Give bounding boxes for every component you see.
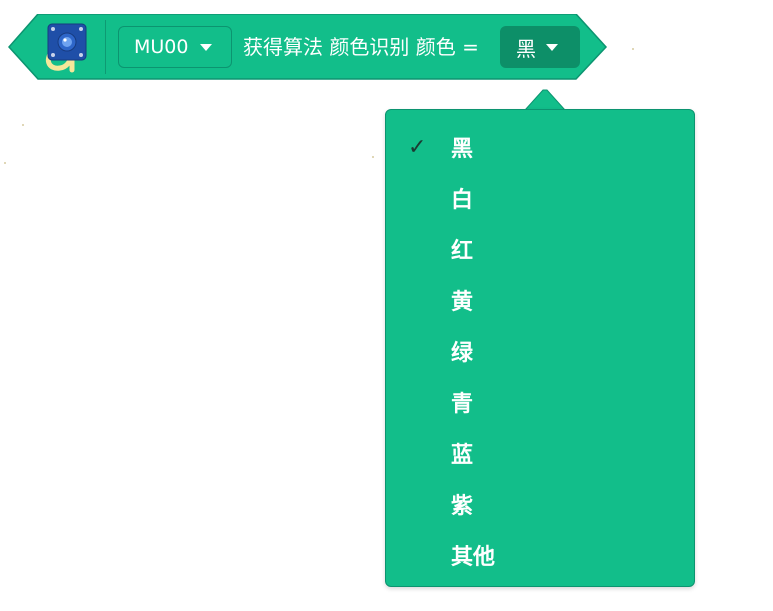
menu-item-label: 黑 <box>451 137 474 162</box>
dropdown-pointer <box>525 89 565 111</box>
menu-item-green[interactable]: 绿 <box>386 329 694 373</box>
color-recognition-block[interactable]: MU00 获得算法 颜色识别 颜色 = 黑 <box>8 14 608 80</box>
color-select-dropdown[interactable]: 黑 <box>500 26 580 68</box>
sensor-select-value: MU00 <box>134 36 189 58</box>
menu-item-white[interactable]: 白 <box>386 176 694 220</box>
checkmark-icon: ✓ <box>408 134 427 160</box>
menu-item-label: 紫 <box>451 494 474 519</box>
sensor-select-dropdown[interactable]: MU00 <box>118 26 232 68</box>
chevron-down-icon <box>546 43 558 51</box>
menu-item-label: 绿 <box>451 341 474 366</box>
menu-item-yellow[interactable]: 黄 <box>386 278 694 322</box>
menu-item-label: 红 <box>451 239 474 264</box>
color-dropdown-menu: ✓ 黑 白 红 黄 绿 青 蓝 紫 其他 <box>385 109 695 587</box>
menu-item-red[interactable]: 红 <box>386 227 694 271</box>
chevron-down-icon <box>200 43 213 51</box>
menu-item-blue[interactable]: 蓝 <box>386 431 694 475</box>
menu-item-black[interactable]: ✓ 黑 <box>386 125 694 169</box>
color-select-value: 黑 <box>516 36 536 61</box>
menu-item-label: 白 <box>451 188 474 213</box>
menu-item-label: 其他 <box>451 545 496 570</box>
menu-item-label: 黄 <box>451 290 474 315</box>
block-divider <box>105 20 106 74</box>
stray-dot <box>372 156 374 158</box>
menu-item-other[interactable]: 其他 <box>386 533 694 577</box>
stray-dot <box>632 48 634 50</box>
menu-item-purple[interactable]: 紫 <box>386 482 694 526</box>
workspace: MU00 获得算法 颜色识别 颜色 = 黑 ✓ 黑 白 红 黄 绿 青 蓝 紫 … <box>0 0 773 611</box>
menu-item-label: 蓝 <box>451 443 474 468</box>
menu-item-label: 青 <box>451 392 474 417</box>
block-label: 获得算法 颜色识别 颜色 = <box>243 35 479 59</box>
menu-item-cyan[interactable]: 青 <box>386 380 694 424</box>
stray-dot <box>22 124 24 126</box>
stray-dot <box>4 162 6 164</box>
mu-vision-sensor-icon <box>42 20 94 74</box>
